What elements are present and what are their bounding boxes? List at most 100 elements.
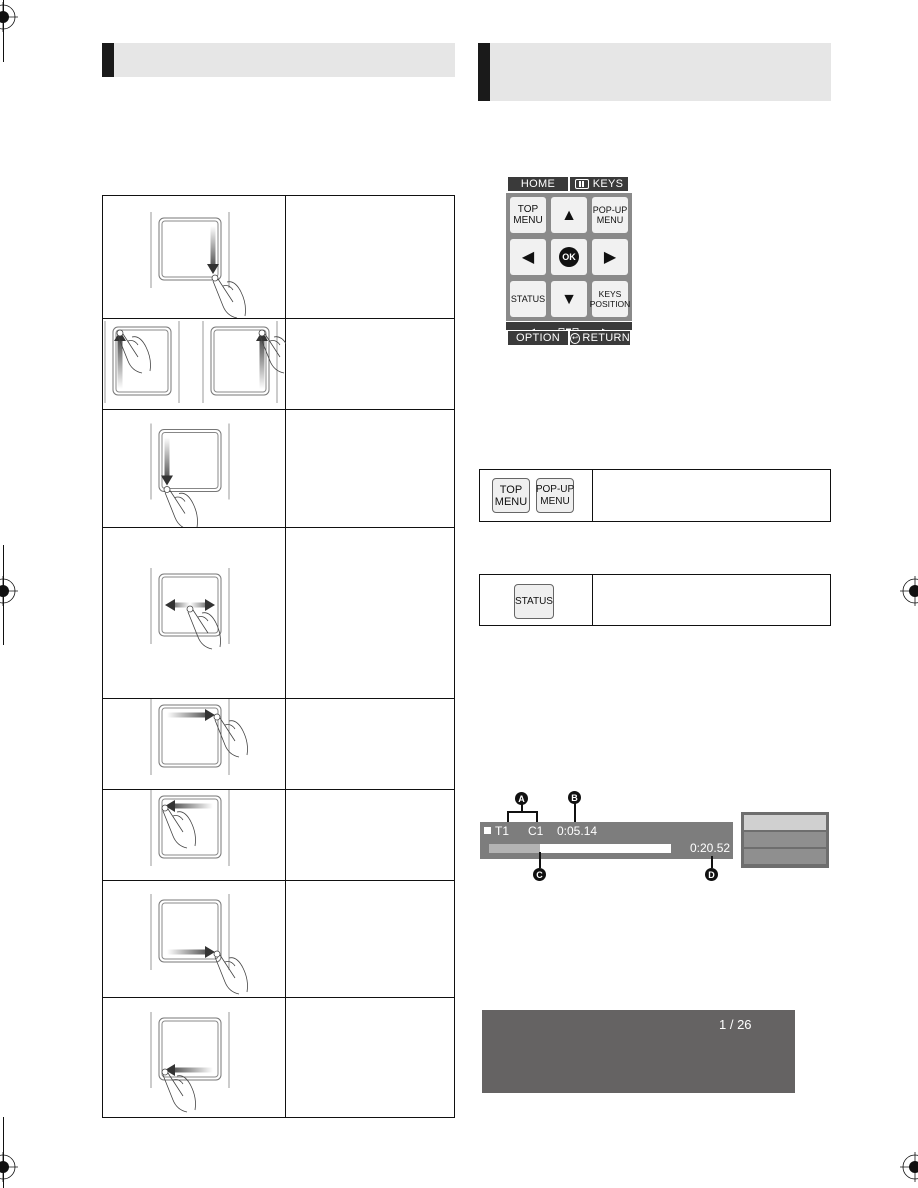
keys-position-key[interactable]: KEYS POSITION <box>590 281 630 317</box>
up-arrow-key[interactable]: ▲ <box>551 197 587 233</box>
callout-c: C <box>533 868 546 881</box>
hand-icon <box>186 605 221 650</box>
table-row <box>103 790 454 881</box>
gesture-description <box>286 196 454 318</box>
keys-key[interactable]: KEYS <box>570 177 628 191</box>
table-row <box>103 410 454 528</box>
status-button-image: STATUS <box>514 584 554 619</box>
header-accent-bar <box>102 43 114 77</box>
keypad-body: TOP MENU ▲ POP-UP MENU ◀ OK ▶ STATUS ▼ K… <box>506 193 632 321</box>
right-arrow-key[interactable]: ▶ <box>592 239 628 275</box>
gesture-description <box>286 410 454 527</box>
table-row <box>103 998 454 1117</box>
side-panel-item-selected[interactable] <box>744 815 826 830</box>
hand-icon <box>213 713 248 758</box>
hand-icon <box>211 274 246 318</box>
gesture-description <box>286 790 454 880</box>
callout-d: D <box>705 868 718 881</box>
status-button-cell: STATUS <box>480 575 593 625</box>
swipe-left-top-edge-illustration <box>103 790 286 880</box>
callout-line <box>711 856 713 868</box>
arrow-head <box>205 599 215 611</box>
status-button-description <box>593 575 830 625</box>
swipe-right-top-edge-illustration <box>103 699 286 789</box>
menu-buttons-cell: TOP MENU POP-UP MENU <box>480 470 593 521</box>
popup-menu-key[interactable]: POP-UP MENU <box>592 197 628 233</box>
side-panel-item[interactable] <box>744 832 826 847</box>
menu-buttons-description <box>593 470 830 521</box>
table-row <box>103 528 454 699</box>
return-icon: ↩ <box>570 332 581 344</box>
status-button-table: STATUS <box>479 574 831 626</box>
registration-mark-icon <box>900 576 918 606</box>
page-scroll-indicator[interactable] <box>506 322 632 334</box>
arrow-head <box>165 599 175 611</box>
right-section-header <box>478 43 831 101</box>
progress-track <box>489 844 671 853</box>
gesture-description <box>286 319 454 409</box>
down-arrow-key[interactable]: ▼ <box>551 281 587 317</box>
callout-bracket <box>507 811 509 822</box>
page-indicator: 1 / 26 <box>719 1017 752 1032</box>
swipe-left-bottom-edge-illustration <box>103 998 286 1117</box>
callout-line <box>521 804 523 812</box>
return-label: RETURN <box>582 332 630 344</box>
swipe-down-left-edge-illustration <box>103 410 286 527</box>
hand-icon <box>163 486 198 527</box>
info-display-box: 1 / 26 <box>482 1010 795 1093</box>
ok-key[interactable]: OK <box>551 239 587 275</box>
status-key[interactable]: STATUS <box>510 281 546 317</box>
progress-fill <box>489 844 540 853</box>
left-arrow-key[interactable]: ◀ <box>510 239 546 275</box>
title-number: T1 <box>495 824 510 838</box>
remote-keypad: HOME KEYS TOP MENU ▲ POP-UP MENU ◀ OK ▶ … <box>504 177 632 345</box>
gesture-description <box>286 528 454 698</box>
return-key[interactable]: ↩ RETURN <box>570 331 630 345</box>
callout-bracket <box>536 811 538 822</box>
callout-line <box>539 852 541 868</box>
gesture-description <box>286 998 454 1117</box>
table-row <box>103 881 454 998</box>
left-section-header <box>102 43 455 77</box>
hand-icon <box>161 1068 196 1113</box>
ok-label: OK <box>559 247 579 267</box>
total-time: 0:20.52 <box>690 841 731 855</box>
arrow-head <box>205 946 215 958</box>
arrow-head <box>161 475 173 486</box>
callout-b: B <box>568 791 581 804</box>
option-key[interactable]: OPTION <box>508 331 568 345</box>
table-row <box>103 699 454 790</box>
header-accent-bar <box>478 43 490 101</box>
swipe-down-right-edge-illustration <box>103 196 286 318</box>
gesture-description <box>286 699 454 789</box>
arrow-head <box>207 264 219 274</box>
keys-icon <box>574 179 589 189</box>
swipe-up-edges-illustration <box>103 319 286 409</box>
swipe-horizontal-center-illustration <box>103 528 286 698</box>
hand-icon <box>213 950 248 995</box>
table-row <box>103 196 454 319</box>
top-menu-button-image: TOP MENU <box>492 478 530 513</box>
swipe-right-bottom-edge-illustration <box>103 881 286 997</box>
side-panel-item[interactable] <box>744 849 826 864</box>
table-row <box>103 319 454 410</box>
menu-buttons-table: TOP MENU POP-UP MENU <box>479 469 831 522</box>
arrow-head <box>205 709 215 721</box>
registration-mark-icon <box>0 1152 18 1182</box>
registration-mark-icon <box>0 2 18 32</box>
registration-mark-icon <box>0 576 18 606</box>
callout-line <box>574 803 576 822</box>
status-side-panel <box>741 812 829 868</box>
home-key[interactable]: HOME <box>508 177 568 191</box>
popup-menu-button-image: POP-UP MENU <box>536 478 574 513</box>
elapsed-time: 0:05.14 <box>557 824 598 838</box>
top-menu-key[interactable]: TOP MENU <box>510 197 546 233</box>
gesture-table <box>102 195 455 1118</box>
gesture-description <box>286 881 454 997</box>
registration-mark-icon <box>900 1152 918 1182</box>
chapter-number: C1 <box>528 824 544 838</box>
keys-label: KEYS <box>592 178 624 190</box>
stop-icon <box>484 827 491 834</box>
hand-icon <box>161 804 196 849</box>
callout-a: A <box>515 792 528 805</box>
